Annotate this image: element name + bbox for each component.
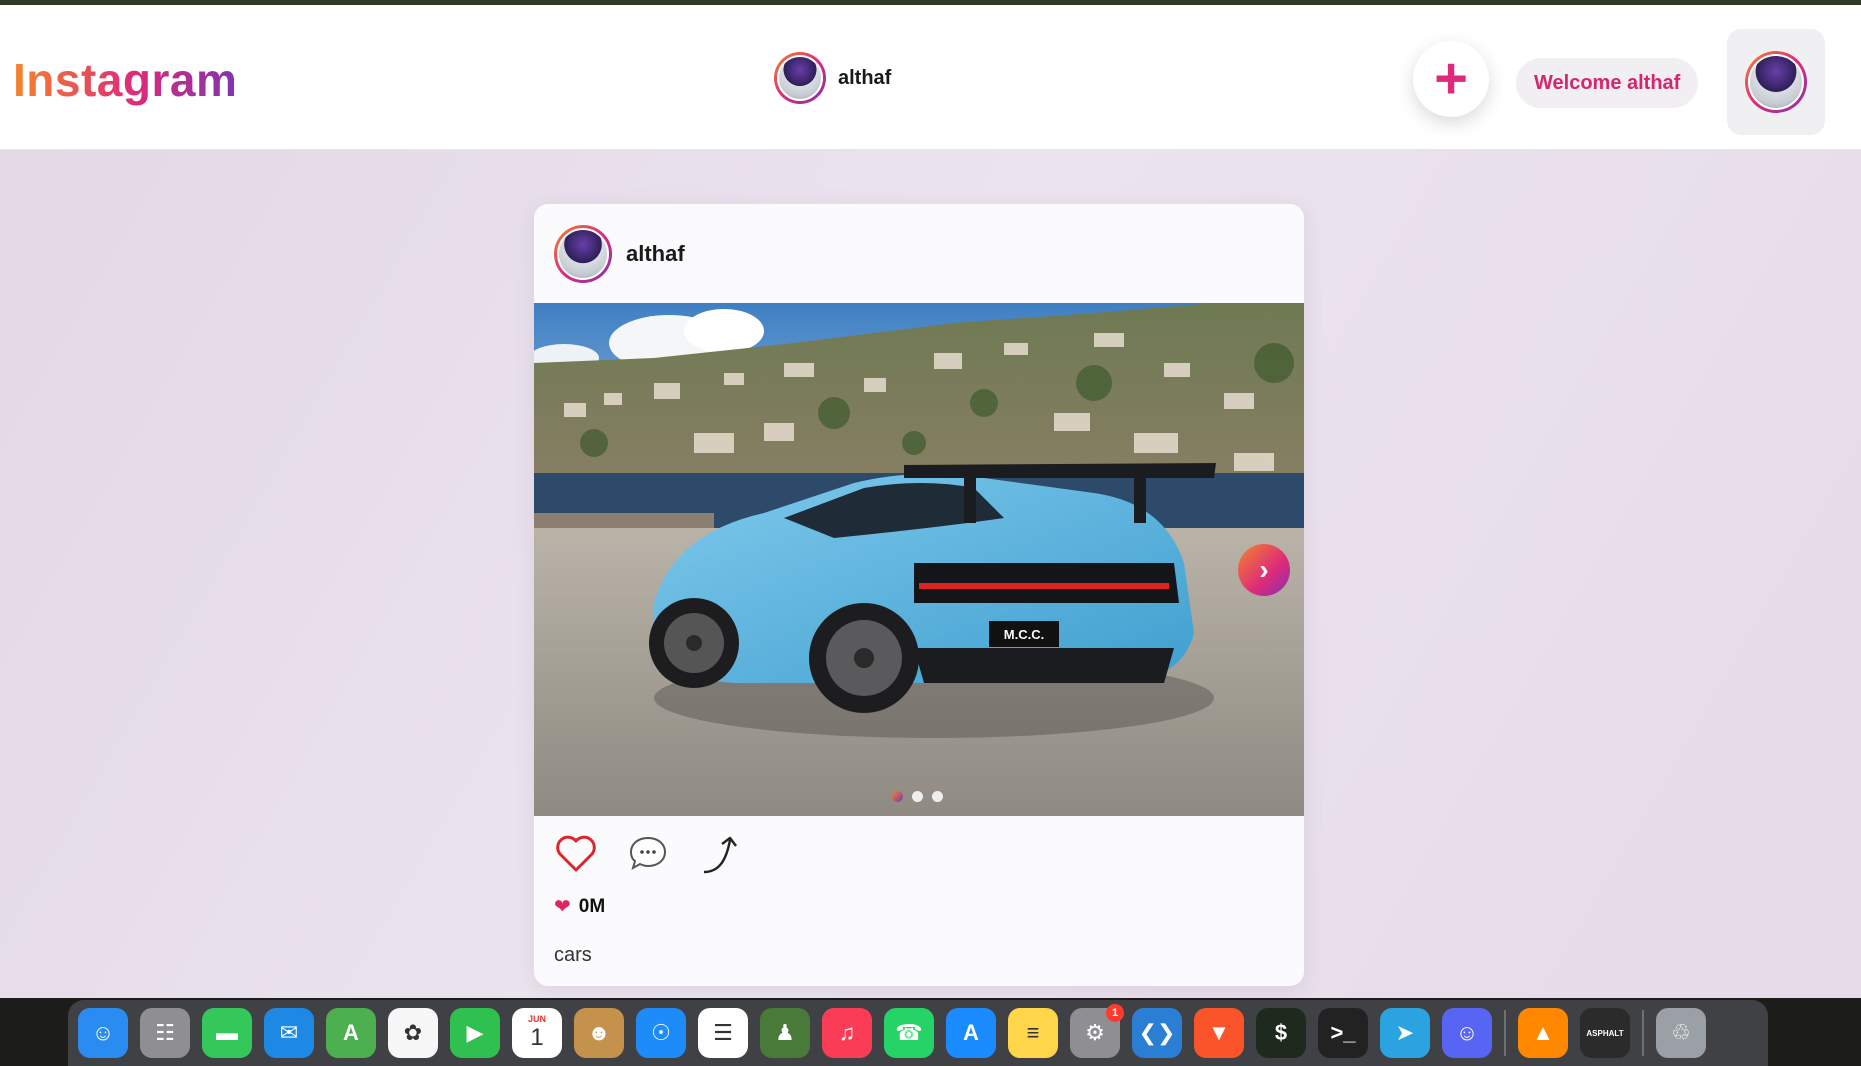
share-button[interactable]: [698, 832, 742, 876]
dock-messages-icon[interactable]: ▬: [202, 1008, 252, 1058]
likes-count: 0M: [578, 895, 606, 917]
current-user[interactable]: althaf: [774, 52, 891, 104]
post-caption: cars: [554, 944, 592, 966]
slide-indicator: [892, 791, 943, 802]
license-plate: M.C.C.: [1004, 627, 1044, 642]
comment-bubble-icon: [629, 836, 667, 871]
dock-app-store-icon[interactable]: A: [946, 1008, 996, 1058]
comment-button[interactable]: [626, 832, 670, 876]
post-card: althaf M.C.C. › ❤ 0M cars: [534, 204, 1304, 986]
top-nav: Instagram althaf + Welcome althaf: [0, 5, 1861, 150]
dock-contacts-icon[interactable]: ☻: [574, 1008, 624, 1058]
profile-button[interactable]: [1727, 29, 1825, 135]
dock-asphalt-icon[interactable]: ASPHALT: [1580, 1008, 1630, 1058]
dock-system-settings-icon[interactable]: ⚙ 1: [1070, 1004, 1124, 1058]
likes-summary: ❤ 0M: [554, 894, 605, 919]
dock-safari-icon[interactable]: ☉: [636, 1008, 686, 1058]
dock-iterm-icon[interactable]: $: [1256, 1008, 1306, 1058]
slide-dot[interactable]: [932, 791, 943, 802]
post-header[interactable]: althaf: [554, 225, 685, 283]
post-actions: [554, 832, 742, 876]
dock-reminders-icon[interactable]: ☰: [698, 1008, 748, 1058]
calendar-day: 1: [530, 1024, 544, 1051]
dock-chess-icon[interactable]: ♟: [760, 1008, 810, 1058]
dock-trash-icon[interactable]: ♲: [1656, 1008, 1706, 1058]
heart-outline-icon: [556, 835, 596, 872]
avatar: [1745, 51, 1807, 113]
avatar[interactable]: [774, 52, 826, 104]
car-photo: M.C.C.: [534, 303, 1304, 816]
dock-maps-icon[interactable]: A: [326, 1008, 376, 1058]
dock-telegram-icon[interactable]: ➤: [1380, 1008, 1430, 1058]
share-arrow-icon: [703, 836, 737, 874]
post-image[interactable]: M.C.C. ›: [534, 303, 1304, 816]
welcome-badge[interactable]: Welcome althaf: [1516, 58, 1699, 108]
post-username[interactable]: althaf: [626, 241, 685, 267]
macos-dock: ☺ ☷ ▬ ✉ A ✿ ▶ JUN 1 ☻ ☉ ☰ ♟ ♫ ☎ A ≡ ⚙ 1 ❮❯ ▼ $ >_ ➤ ☺ ▲ ASPHALT ♲: [68, 1000, 1768, 1066]
notification-badge: 1: [1106, 1004, 1124, 1022]
dock-terminal-icon[interactable]: >_: [1318, 1008, 1368, 1058]
dock-discord-icon[interactable]: ☺: [1442, 1008, 1492, 1058]
next-slide-button[interactable]: ›: [1238, 544, 1290, 596]
dock-music-icon[interactable]: ♫: [822, 1008, 872, 1058]
current-username: althaf: [838, 66, 892, 89]
create-post-button[interactable]: +: [1413, 41, 1489, 117]
slide-dot[interactable]: [912, 791, 923, 802]
avatar[interactable]: [554, 225, 612, 283]
instagram-logo[interactable]: Instagram: [13, 53, 237, 107]
dock-separator: [1504, 1010, 1506, 1056]
dock-facetime-icon[interactable]: ▶: [450, 1008, 500, 1058]
dock-mail-icon[interactable]: ✉: [264, 1008, 314, 1058]
dock-vlc-icon[interactable]: ▲: [1518, 1008, 1568, 1058]
dock-vscode-icon[interactable]: ❮❯: [1132, 1008, 1182, 1058]
dock-photos-icon[interactable]: ✿: [388, 1008, 438, 1058]
like-button[interactable]: [554, 832, 598, 876]
dock-separator: [1642, 1010, 1644, 1056]
dock-notes-icon[interactable]: ≡: [1008, 1008, 1058, 1058]
slide-dot[interactable]: [892, 791, 903, 802]
dock-whatsapp-icon[interactable]: ☎: [884, 1008, 934, 1058]
dock-finder-icon[interactable]: ☺: [78, 1008, 128, 1058]
dock-brave-icon[interactable]: ▼: [1194, 1008, 1244, 1058]
heart-icon: ❤: [554, 896, 571, 918]
calendar-month: JUN: [527, 1014, 546, 1024]
feed-area: althaf M.C.C. › ❤ 0M cars: [0, 150, 1861, 998]
dock-launchpad-icon[interactable]: ☷: [140, 1008, 190, 1058]
dock-calendar-icon[interactable]: JUN 1: [512, 1008, 562, 1058]
